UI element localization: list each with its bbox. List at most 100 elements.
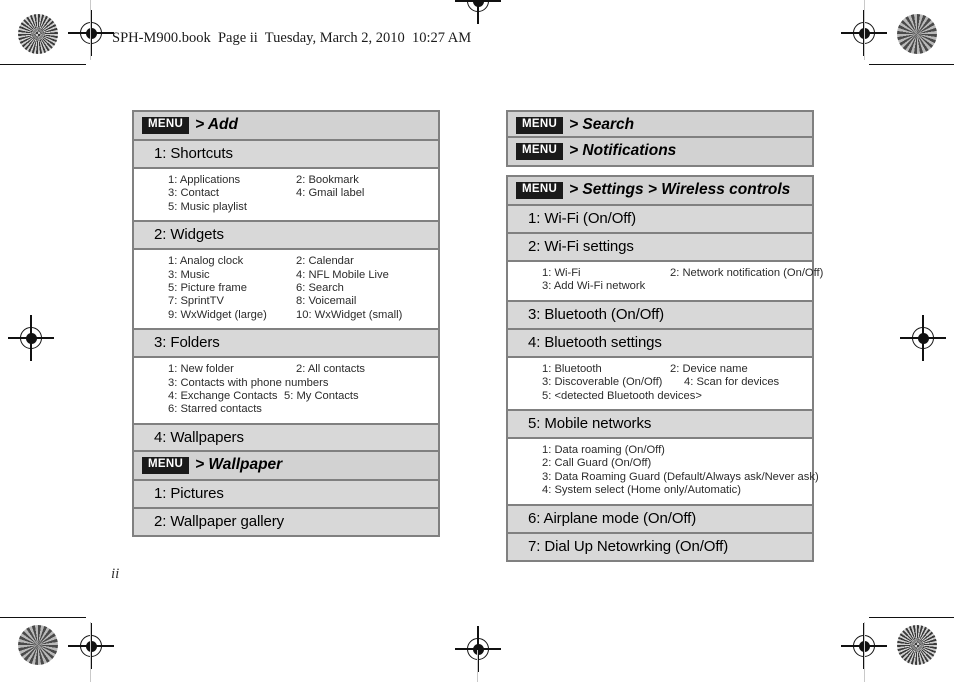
detail-item: 3: Contacts with phone numbers xyxy=(168,376,329,389)
detail-line: 3: Discoverable (On/Off) 4: Scan for devi… xyxy=(542,376,804,389)
section-row-wifi-settings: 2: Wi-Fi settings xyxy=(508,234,812,262)
page-guide-left-bottom xyxy=(90,622,91,682)
detail-line: 4: Exchange Contacts 5: My Contacts xyxy=(168,390,430,403)
menu-badge-icon: MENU xyxy=(516,142,564,160)
detail-item: 1: Data roaming (On/Off) xyxy=(542,444,665,457)
detail-item: 3: Discoverable (On/Off) xyxy=(542,376,663,389)
detail-rows-wifi-settings: 1: Wi-Fi 2: Network notification (On/Off)… xyxy=(508,262,823,302)
detail-item: 2: Network notification (On/Off) xyxy=(670,267,824,279)
detail-line: 1: Applications 2: Bookmark xyxy=(168,174,430,187)
detail-line: 1: Data roaming (On/Off) xyxy=(542,444,804,457)
detail-line: 5: Picture frame 6: Search xyxy=(168,282,430,295)
section-row-pictures: 1: Pictures xyxy=(134,481,438,509)
page-guide-center-bottom xyxy=(477,650,478,682)
detail-line: 7: SprintTV 8: Voicemail xyxy=(168,295,430,308)
registration-crosshair-top-center xyxy=(455,0,501,24)
detail-line: 9: WxWidget (large) 10: WxWidget (small) xyxy=(168,309,430,322)
detail-item: 6: Starred contacts xyxy=(168,403,262,416)
page-number: ii xyxy=(111,566,120,582)
detail-line: 1: Wi-Fi 2: Network notification (On/Off) xyxy=(542,267,823,280)
menu-header-notifications: MENU > Notifications xyxy=(508,138,812,165)
detail-item: 10: WxWidget (small) xyxy=(296,308,403,321)
trim-line-bottom-right xyxy=(869,617,954,619)
section-row-widgets: 2: Widgets xyxy=(134,222,438,251)
page-guide-right-bottom xyxy=(864,622,865,682)
menu-header-wallpaper: MENU > Wallpaper xyxy=(134,452,438,481)
detail-rows-widgets: 1: Analog clock 2: Calendar 3: Music 4: NF… xyxy=(134,250,438,331)
detail-item: 2: All contacts xyxy=(296,363,366,376)
section-row-wallpaper-gallery: 2: Wallpaper gallery xyxy=(134,509,438,535)
detail-item: 4: Scan for devices xyxy=(684,376,780,389)
detail-item: 2: Calendar xyxy=(296,255,354,268)
detail-item: 2: Call Guard (On/Off) xyxy=(542,457,652,470)
detail-rows-folders: 1: New folder 2: All contacts 3: Contacts… xyxy=(134,358,438,425)
registration-crosshair-right-middle xyxy=(900,315,946,361)
registration-crosshair-top-left xyxy=(68,10,114,56)
registration-rosette-top-right xyxy=(897,14,937,54)
detail-item: 2: Bookmark xyxy=(296,174,359,186)
detail-item: 1: Analog clock xyxy=(168,255,244,268)
section-row-bluetooth-toggle: 3: Bluetooth (On/Off) xyxy=(508,301,812,330)
detail-line: 1: Analog clock 2: Calendar xyxy=(168,255,430,268)
section-row-shortcuts: 1: Shortcuts xyxy=(134,141,438,169)
menu-badge-icon: MENU xyxy=(516,181,564,199)
trim-line-bottom-left xyxy=(0,617,86,619)
detail-item: 4: NFL Mobile Live xyxy=(296,268,389,281)
detail-item: 1: Applications xyxy=(168,174,241,186)
page-guide-right xyxy=(864,0,865,60)
section-row-dial-up-networking: 7: Dial Up Netowrking (On/Off) xyxy=(508,533,812,560)
detail-rows-mobile-networks: 1: Data roaming (On/Off) 2: Call Guard (… xyxy=(508,439,819,506)
detail-item: 1: New folder xyxy=(168,363,234,376)
detail-item: 1: Wi-Fi xyxy=(542,267,581,279)
detail-line: 4: System select (Home only/Automatic) xyxy=(542,484,804,497)
detail-rows-bluetooth-settings: 1: Bluetooth 2: Device name 3: Discoverab… xyxy=(508,357,812,412)
detail-item: 5: My Contacts xyxy=(284,390,359,403)
registration-crosshair-bottom-left xyxy=(68,623,114,669)
detail-line: 3: Contacts with phone numbers xyxy=(168,377,430,390)
detail-line: 5: <detected Bluetooth devices> xyxy=(542,390,804,403)
section-row-folders: 3: Folders xyxy=(134,330,438,359)
detail-item: 3: Contact xyxy=(168,187,219,200)
detail-item: 3: Music xyxy=(168,268,210,281)
detail-line: 6: Starred contacts xyxy=(168,403,430,416)
detail-line: 3: Data Roaming Guard (Default/Always as… xyxy=(542,471,819,484)
detail-item: 1: Bluetooth xyxy=(542,362,602,375)
detail-line: 1: Bluetooth 2: Device name xyxy=(542,363,804,376)
table-menu-wireless-controls: MENU > Settings > Wireless controls 1: W… xyxy=(506,175,823,562)
trim-line-top-left xyxy=(0,64,86,66)
menu-badge-icon: MENU xyxy=(142,456,190,474)
menu-path-label: > Wallpaper xyxy=(195,456,283,473)
detail-line: 3: Add Wi-Fi network xyxy=(542,280,804,293)
detail-item: 3: Data Roaming Guard (Default/Always as… xyxy=(542,470,819,483)
menu-path-label: > Add xyxy=(195,116,238,133)
detail-line: 2: Call Guard (On/Off) xyxy=(542,457,804,470)
menu-header-wireless-controls: MENU > Settings > Wireless controls xyxy=(508,177,812,206)
section-row-airplane-mode: 6: Airplane mode (On/Off) xyxy=(508,505,812,534)
detail-line: 1: New folder 2: All contacts xyxy=(168,363,430,376)
detail-line: 5: Music playlist xyxy=(168,201,430,214)
detail-rows-shortcuts: 1: Applications 2: Bookmark 3: Contact 4: … xyxy=(134,169,438,223)
detail-item: 9: WxWidget (large) xyxy=(168,308,267,321)
detail-item: 4: Exchange Contacts xyxy=(168,390,278,403)
page-guide-left xyxy=(90,0,91,60)
section-row-bluetooth-settings: 4: Bluetooth settings xyxy=(508,329,812,358)
detail-item: 8: Voicemail xyxy=(296,295,357,308)
registration-rosette-bottom-right xyxy=(897,625,937,665)
page-header-line: SPH-M900.book Page ii Tuesday, March 2, … xyxy=(112,30,472,46)
registration-crosshair-left-middle xyxy=(8,315,54,361)
detail-item: 2: Device name xyxy=(670,362,748,375)
table-menu-wallpaper: MENU > Wallpaper 1: Pictures 2: Wallpape… xyxy=(132,450,440,537)
menu-path-label: > Settings > Wireless controls xyxy=(569,181,791,198)
detail-item: 5: <detected Bluetooth devices> xyxy=(542,389,702,402)
menu-badge-icon: MENU xyxy=(516,116,564,134)
table-menu-add: MENU > Add 1: Shortcuts 1: Applications 2… xyxy=(132,110,440,480)
section-row-wallpapers: 4: Wallpapers xyxy=(134,424,438,453)
menu-path-label: > Notifications xyxy=(569,142,677,159)
detail-item: 4: Gmail label xyxy=(296,187,365,200)
section-row-mobile-networks: 5: Mobile networks xyxy=(508,411,812,440)
detail-item: 7: SprintTV xyxy=(168,295,224,308)
menu-header-add: MENU > Add xyxy=(134,112,438,141)
detail-item: 3: Add Wi-Fi network xyxy=(542,280,646,293)
trim-line-top-right xyxy=(869,64,954,66)
menu-path-label: > Search xyxy=(569,116,635,133)
